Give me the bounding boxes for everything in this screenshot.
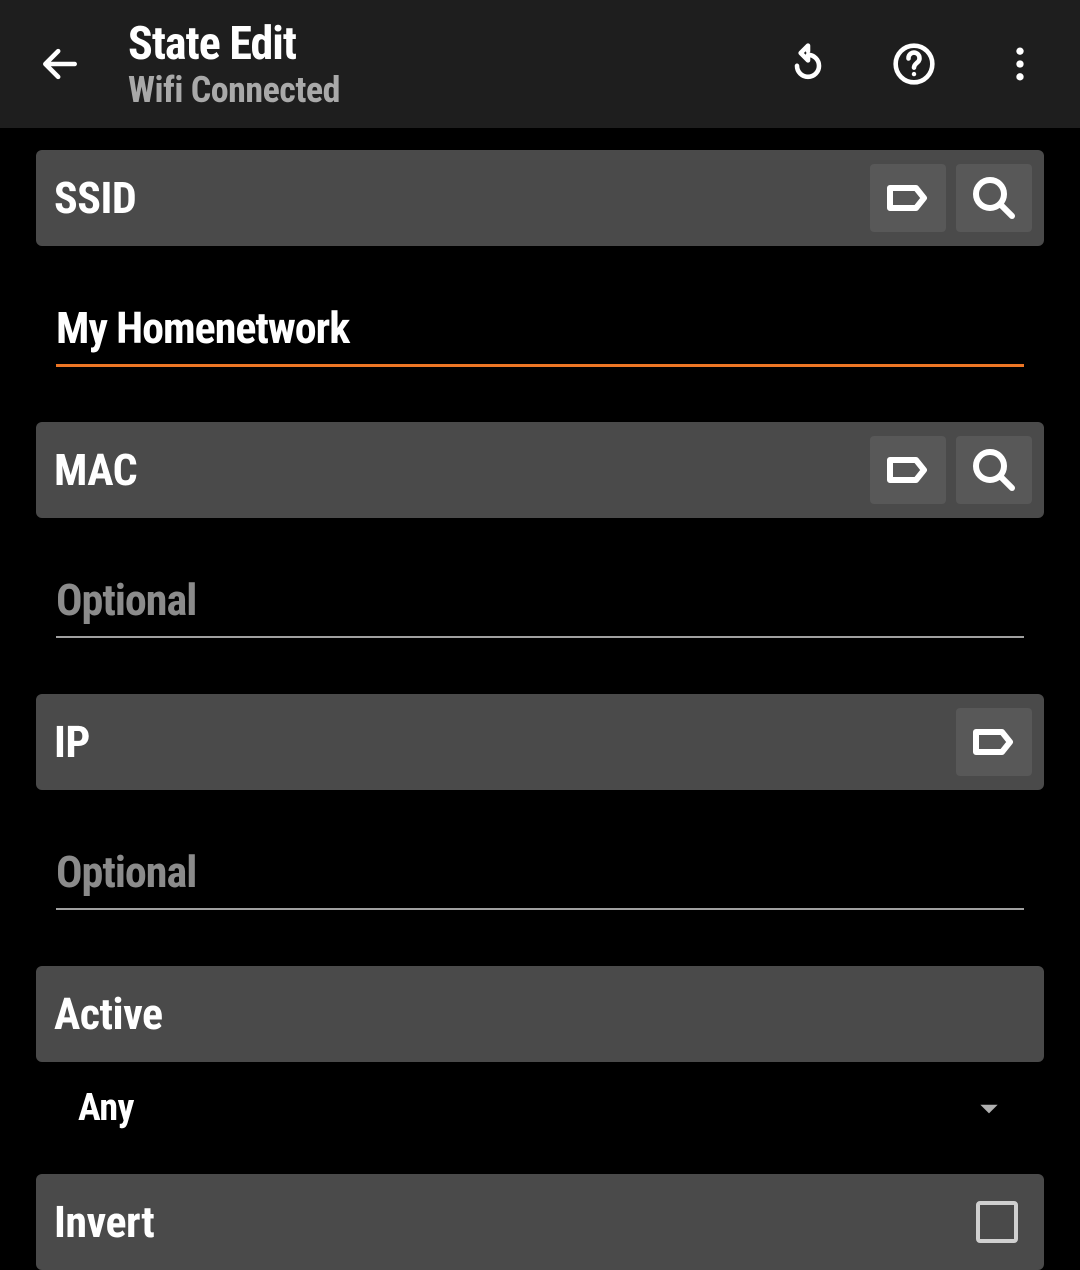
ssid-label: SSID <box>54 172 860 224</box>
invert-label: Invert <box>54 1196 154 1248</box>
search-icon <box>970 174 1018 222</box>
ip-tag-button[interactable] <box>956 708 1032 776</box>
overflow-menu-button[interactable] <box>992 36 1048 92</box>
tag-icon <box>884 446 932 494</box>
content-area: SSID MAC IP Active Any <box>0 128 1080 1270</box>
mac-search-button[interactable] <box>956 436 1032 504</box>
mac-tag-button[interactable] <box>870 436 946 504</box>
mac-header: MAC <box>36 422 1044 518</box>
ip-input[interactable] <box>56 840 1024 910</box>
mac-input-row <box>36 518 1044 652</box>
more-vertical-icon <box>998 42 1042 86</box>
back-button[interactable] <box>32 36 88 92</box>
tag-icon <box>970 718 1018 766</box>
undo-icon <box>786 42 830 86</box>
help-icon <box>892 42 936 86</box>
active-value: Any <box>78 1086 134 1130</box>
chevron-down-icon <box>976 1095 1002 1121</box>
search-icon <box>970 446 1018 494</box>
mac-label: MAC <box>54 444 860 496</box>
ip-label: IP <box>54 716 946 768</box>
ssid-input-row <box>36 246 1044 380</box>
tag-icon <box>884 174 932 222</box>
undo-button[interactable] <box>780 36 836 92</box>
active-dropdown[interactable]: Any <box>36 1062 1044 1154</box>
ip-input-row <box>36 790 1044 924</box>
title-block: State Edit Wifi Connected <box>128 17 340 111</box>
page-title: State Edit <box>128 17 340 71</box>
active-header: Active <box>36 966 1044 1062</box>
app-bar: State Edit Wifi Connected <box>0 0 1080 128</box>
invert-row[interactable]: Invert <box>36 1174 1044 1270</box>
appbar-actions <box>780 36 1048 92</box>
ssid-header: SSID <box>36 150 1044 246</box>
help-button[interactable] <box>886 36 942 92</box>
ssid-tag-button[interactable] <box>870 164 946 232</box>
page-subtitle: Wifi Connected <box>128 69 340 111</box>
mac-input[interactable] <box>56 568 1024 638</box>
ssid-input[interactable] <box>56 296 1024 367</box>
ssid-search-button[interactable] <box>956 164 1032 232</box>
active-label: Active <box>54 988 1032 1040</box>
ip-header: IP <box>36 694 1044 790</box>
arrow-left-icon <box>38 42 82 86</box>
